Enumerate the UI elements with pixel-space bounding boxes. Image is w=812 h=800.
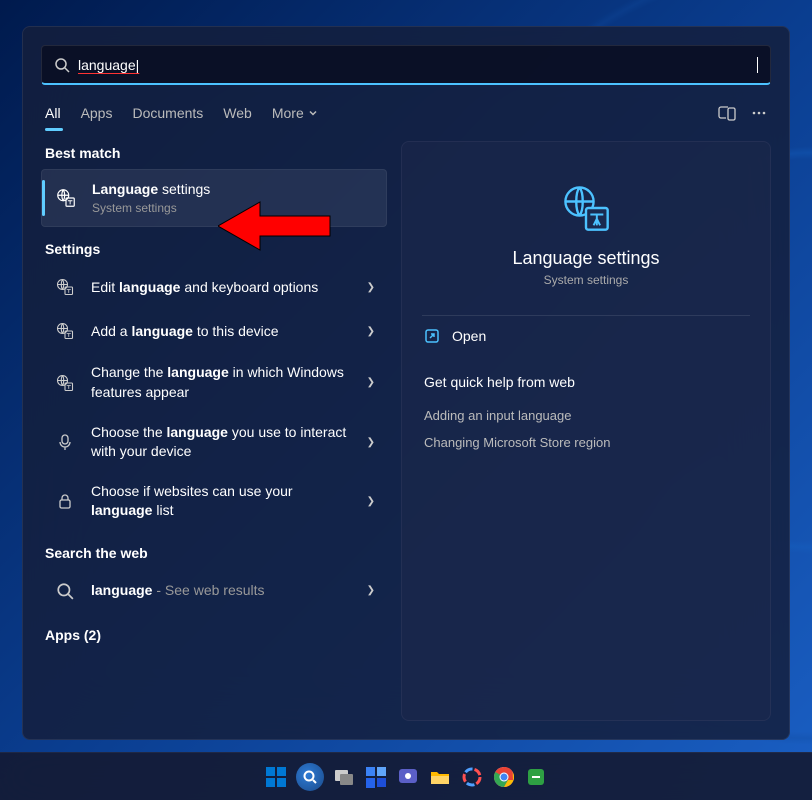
- tab-more[interactable]: More: [272, 105, 318, 121]
- help-heading: Get quick help from web: [424, 374, 750, 390]
- start-search-panel: language All Apps Documents Web More Bes…: [22, 26, 790, 740]
- search-box[interactable]: language: [41, 45, 771, 85]
- section-search-web: Search the web: [45, 545, 387, 561]
- tabs-row: All Apps Documents Web More: [41, 103, 771, 137]
- language-globe-icon: [53, 371, 77, 395]
- microphone-icon: [53, 430, 77, 454]
- settings-result[interactable]: Choose if websites can use your language…: [41, 472, 387, 531]
- chat-button[interactable]: [396, 765, 420, 789]
- web-result[interactable]: language - See web results ❯: [41, 569, 387, 613]
- file-explorer-button[interactable]: [428, 765, 452, 789]
- chevron-down-icon: [308, 108, 318, 118]
- language-settings-icon: [54, 186, 78, 210]
- sync-device-icon[interactable]: [717, 103, 737, 123]
- tab-all[interactable]: All: [45, 105, 61, 121]
- details-pane: Language settings System settings Open G…: [401, 141, 771, 721]
- app-icon[interactable]: [524, 765, 548, 789]
- settings-result[interactable]: Change the language in which Windows fea…: [41, 353, 387, 412]
- chevron-right-icon: ❯: [367, 585, 375, 596]
- language-settings-hero-icon: [560, 182, 612, 234]
- search-button[interactable]: [296, 763, 324, 791]
- help-link[interactable]: Adding an input language: [422, 402, 750, 429]
- details-title: Language settings: [422, 248, 750, 269]
- details-subtitle: System settings: [422, 273, 750, 287]
- start-button[interactable]: [264, 765, 288, 789]
- app-icon[interactable]: [460, 765, 484, 789]
- chevron-right-icon: ❯: [367, 326, 375, 337]
- settings-result[interactable]: Edit language and keyboard options❯: [41, 265, 387, 309]
- search-icon: [53, 579, 77, 603]
- taskbar: [0, 752, 812, 800]
- language-globe-icon: [53, 275, 77, 299]
- more-icon[interactable]: [751, 105, 767, 121]
- language-globe-icon: [53, 319, 77, 343]
- search-icon: [54, 57, 70, 73]
- lock-icon: [53, 489, 77, 513]
- chevron-right-icon: ❯: [367, 377, 375, 388]
- task-view-button[interactable]: [332, 765, 356, 789]
- settings-result[interactable]: Choose the language you use to interact …: [41, 413, 387, 472]
- chevron-right-icon: ❯: [367, 496, 375, 507]
- section-best-match: Best match: [45, 145, 387, 161]
- help-link[interactable]: Changing Microsoft Store region: [422, 429, 750, 456]
- open-action[interactable]: Open: [422, 316, 750, 356]
- settings-result[interactable]: Add a language to this device❯: [41, 309, 387, 353]
- tab-apps[interactable]: Apps: [81, 105, 113, 121]
- open-icon: [424, 328, 440, 344]
- widgets-button[interactable]: [364, 765, 388, 789]
- section-apps: Apps (2): [45, 627, 387, 643]
- chevron-right-icon: ❯: [367, 282, 375, 293]
- search-input[interactable]: language: [78, 57, 758, 73]
- chrome-button[interactable]: [492, 765, 516, 789]
- tab-documents[interactable]: Documents: [132, 105, 203, 121]
- chevron-right-icon: ❯: [367, 437, 375, 448]
- tab-web[interactable]: Web: [223, 105, 252, 121]
- annotation-arrow: [218, 196, 338, 256]
